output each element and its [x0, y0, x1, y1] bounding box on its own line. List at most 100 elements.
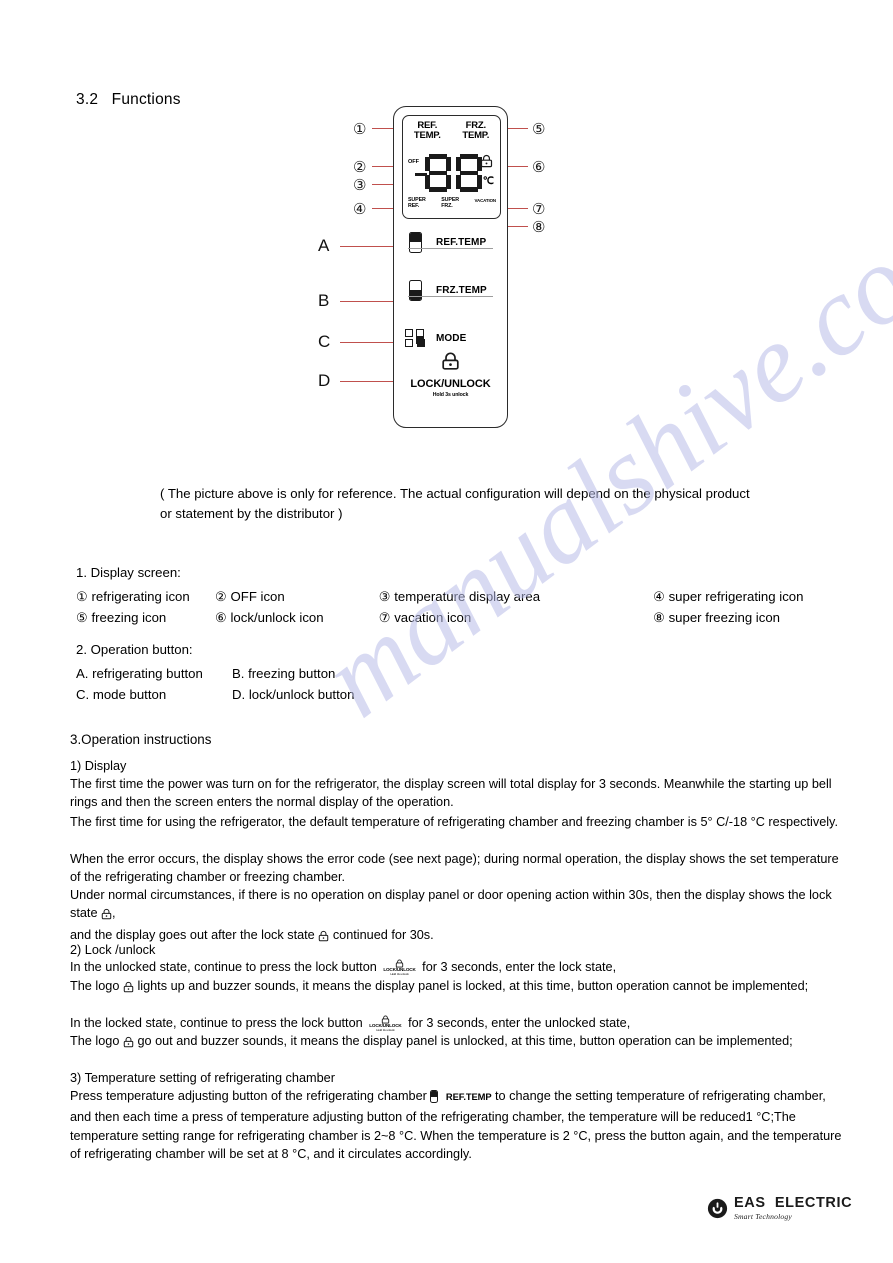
switch-top-dark-icon [394, 231, 436, 253]
frz-temp-button-label: FRZ.TEMP [436, 284, 487, 296]
locked-press-text-a: In the locked state, continue to press t… [70, 1016, 363, 1030]
page-title: 3.2 Functions [76, 91, 181, 108]
locked-press-text-b: for 3 seconds, enter the unlocked state, [408, 1016, 631, 1030]
instructions-paragraph-9: Press temperature adjusting button of th… [70, 1087, 845, 1164]
celsius-unit-label: ℃ [482, 176, 494, 187]
legend-row: ⑤ freezing icon ⑥ lock/unlock icon ⑦ vac… [76, 607, 836, 628]
logo-lock-text-b: lights up and buzzer sounds, it means th… [137, 979, 809, 993]
mode-button-label: MODE [436, 332, 467, 344]
legend-item: B. freezing button [232, 666, 336, 681]
lock-unlock-button-inline-icon: LOCK/UNLOCK Hold 3s unlock [369, 1015, 402, 1032]
callout-number-6: ⑥ [532, 160, 546, 176]
temp-press-text-a: Press temperature adjusting button of th… [70, 1089, 427, 1103]
callout-number-5: ⑤ [532, 122, 546, 138]
seven-segment-digit [425, 154, 451, 192]
legend-item: C. mode button [76, 687, 167, 703]
brand-name: EAS ELECTRIC [734, 1195, 853, 1211]
lock-unlock-subtitle: Hold 3s unlock [432, 391, 469, 398]
control-panel-body: REF. TEMP. FRZ. TEMP. OFF ℃ SUPER REF. S… [393, 106, 508, 428]
temperature-digits [425, 154, 482, 192]
switch-top-dark-icon [430, 1090, 439, 1108]
callout-letter-a: A [318, 236, 330, 255]
vacation-label: VACATION [474, 198, 497, 203]
callout-number-2: ② [353, 160, 367, 176]
ref-temp-button[interactable]: REF.TEMP [394, 223, 507, 261]
lcd-display-area: REF. TEMP. FRZ. TEMP. OFF ℃ SUPER REF. S… [402, 115, 501, 219]
callout-letter-d: D [318, 371, 331, 390]
legend-row: A. refrigerating button B. freezing butt… [76, 663, 354, 684]
power-circle-icon [707, 1198, 728, 1219]
legend-row: C. mode button D. lock/unlock button [76, 684, 354, 705]
lock-state-text-a: Under normal circumstances, if there is … [70, 888, 832, 921]
lock-state-text-c: and the display goes out after the lock … [70, 927, 315, 942]
legend-item: ④ super refrigerating icon [653, 589, 804, 604]
frz-temp-lcd-label: FRZ. TEMP. [462, 120, 490, 142]
instructions-paragraph-3: When the error occurs, the display shows… [70, 852, 839, 885]
switch-bottom-dark-icon [394, 279, 436, 301]
unlock-press-text-a: In the unlocked state, continue to press… [70, 960, 377, 974]
callout-letter-c: C [318, 332, 331, 351]
control-panel-diagram: REF. TEMP. FRZ. TEMP. OFF ℃ SUPER REF. S… [393, 106, 508, 428]
legend-item: ⑤ freezing icon [76, 610, 167, 626]
padlock-icon [394, 351, 507, 377]
instructions-paragraph-5: In the unlocked state, continue to press… [70, 958, 845, 976]
off-indicator-label: OFF [408, 159, 419, 165]
document-page: manualshive.com 3.2 Functions ① ② ③ ④ ⑤ … [0, 0, 893, 1263]
display-screen-heading: 1. Display screen: [76, 565, 181, 580]
super-frz-label: SUPER FRZ. [441, 197, 459, 209]
instructions-paragraph-7: In the locked state, continue to press t… [70, 1014, 845, 1032]
padlock-icon [101, 907, 112, 925]
padlock-icon [123, 1035, 134, 1053]
lock-unlock-button-inline-icon: LOCK/UNLOCK Hold 3s unlock [383, 959, 416, 976]
legend-item: ③ temperature display area [378, 589, 541, 604]
legend-row: ① refrigerating icon ② OFF icon ③ temper… [76, 586, 836, 607]
ref-temp-lcd-label: REF. TEMP. [413, 120, 441, 142]
padlock-icon [480, 154, 493, 173]
lock-unlock-button[interactable]: LOCK/UNLOCK Hold 3s unlock [394, 351, 507, 398]
lock-subheading: 2) Lock /unlock [70, 943, 156, 957]
super-ref-label: SUPER REF. [408, 197, 426, 209]
callout-number-7: ⑦ [532, 202, 546, 218]
watermark-text: manualshive.com [301, 171, 893, 741]
legend-item: ⑥ lock/unlock icon [215, 610, 324, 626]
inline-ref-temp-label: REF.TEMP [445, 1090, 492, 1102]
ref-temp-button-label: REF.TEMP [436, 236, 487, 248]
logo-unlock-text-a: The logo [70, 1034, 120, 1048]
instructions-heading: 3.Operation instructions [70, 732, 212, 747]
legend-item: ⑧ super freezing icon [653, 610, 781, 626]
lock-state-text-d: continued for 30s. [332, 927, 434, 942]
callout-number-8: ⑧ [532, 220, 546, 236]
panel-divider [408, 296, 493, 298]
legend-item: A. refrigerating button [76, 666, 203, 681]
logo-lock-text-a: The logo [70, 979, 120, 993]
mode-grid-icon [394, 329, 436, 347]
legend-item: ① refrigerating icon [76, 589, 190, 604]
logo-unlock-text-b: go out and buzzer sounds, it means the d… [137, 1034, 793, 1048]
padlock-icon [123, 980, 134, 998]
callout-number-3: ③ [353, 178, 367, 194]
brand-logo: EAS ELECTRIC Smart Technology [707, 1196, 852, 1220]
instructions-paragraph-2: The first time for using the refrigerato… [70, 815, 838, 829]
callout-number-1: ① [353, 122, 367, 138]
callout-letter-b: B [318, 291, 330, 310]
legend-item: ② OFF icon [215, 589, 285, 604]
operation-button-legend: A. refrigerating button B. freezing butt… [76, 663, 354, 706]
callout-number-4: ④ [353, 202, 367, 218]
panel-divider [408, 248, 493, 250]
reference-note: ( The picture above is only for referenc… [160, 486, 750, 521]
instructions-paragraph-6: The logo lights up and buzzer sounds, it… [70, 977, 845, 998]
seven-segment-digit [456, 154, 482, 192]
temperature-subheading: 3) Temperature setting of refrigerating … [70, 1071, 335, 1085]
legend-item: ⑦ vacation icon [378, 610, 472, 626]
brand-text: EAS ELECTRIC Smart Technology [734, 1196, 852, 1220]
frz-temp-button[interactable]: FRZ.TEMP [394, 271, 507, 309]
lcd-footer-labels: SUPER REF. SUPER FRZ. VACATION [408, 197, 497, 210]
lcd-header-labels: REF. TEMP. FRZ. TEMP. [403, 120, 500, 142]
instructions-paragraph-1: The first time the power was turn on for… [70, 777, 832, 810]
lock-state-text-b: , [112, 906, 116, 921]
legend-item: D. lock/unlock button [232, 687, 355, 703]
operation-button-heading: 2. Operation button: [76, 642, 193, 657]
inline-lock-subtitle: Hold 3s unlock [390, 971, 409, 976]
lock-unlock-label: LOCK/UNLOCK [410, 378, 491, 390]
brand-tagline: Smart Technology [734, 1211, 792, 1221]
